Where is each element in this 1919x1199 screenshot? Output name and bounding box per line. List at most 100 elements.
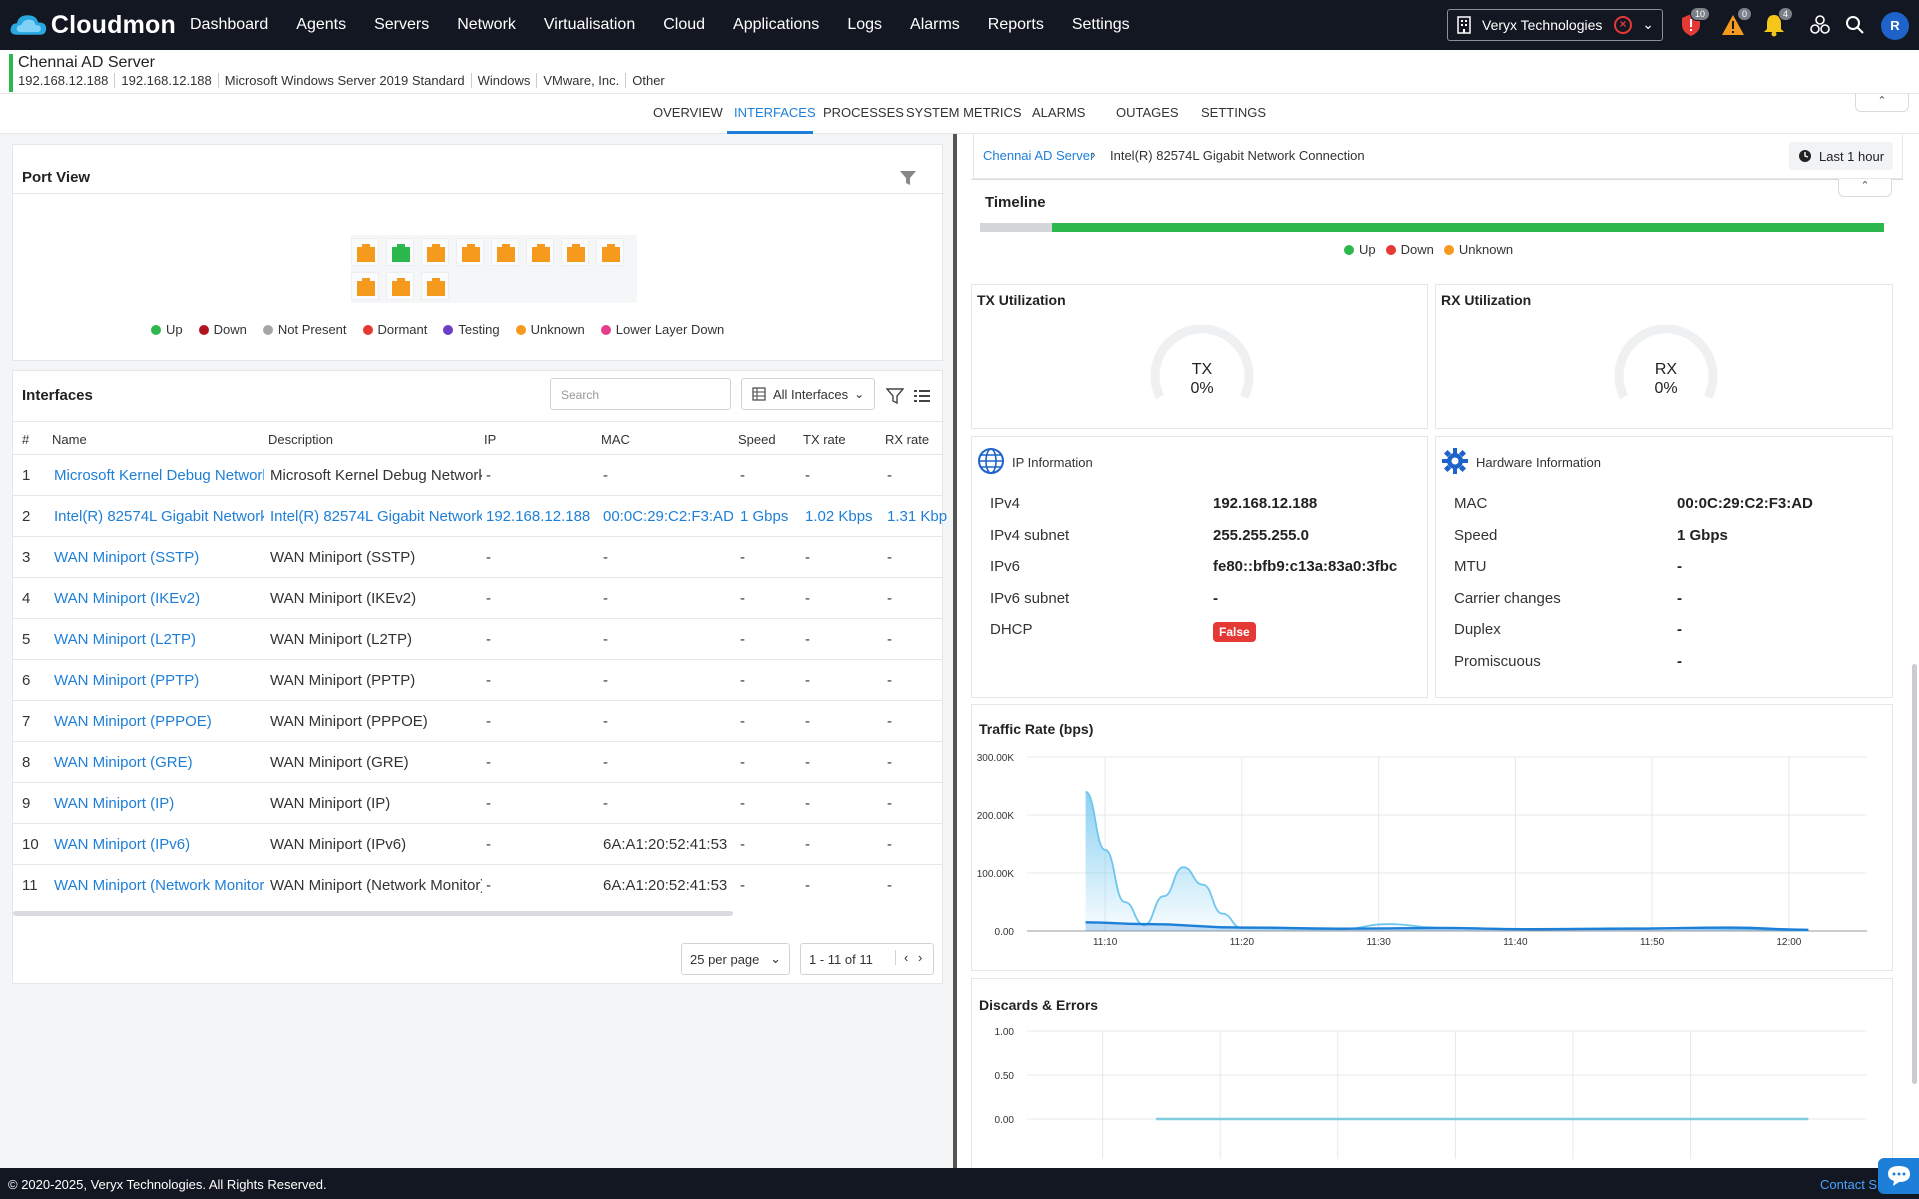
cell-speed: -	[740, 836, 745, 853]
port-3[interactable]	[421, 238, 449, 266]
nav-settings[interactable]: Settings	[1072, 16, 1130, 34]
chevron-down-icon[interactable]: ⌄	[1642, 16, 1654, 33]
port-2[interactable]	[386, 238, 414, 266]
table-row[interactable]: 8 WAN Miniport (GRE) WAN Miniport (GRE) - - -…	[12, 741, 942, 782]
collapse-header-button[interactable]: ⌃	[1855, 94, 1909, 112]
user-avatar[interactable]: R	[1881, 12, 1909, 40]
tab-settings[interactable]: SETTINGS	[1201, 105, 1266, 120]
tab-overview[interactable]: OVERVIEW	[653, 105, 723, 120]
per-page-select[interactable]: 25 per page ⌄	[681, 943, 790, 975]
clear-organization-icon[interactable]: ×	[1614, 16, 1632, 34]
chevron-down-icon: ⌄	[854, 387, 865, 401]
port-4[interactable]	[456, 238, 484, 266]
interface-search-input[interactable]: Search	[550, 378, 731, 410]
column-header-name[interactable]: Name	[52, 432, 87, 447]
integrations-button[interactable]	[1805, 10, 1835, 40]
filter-icon[interactable]	[899, 169, 917, 187]
tab-processes[interactable]: PROCESSES	[823, 105, 904, 120]
cell-name[interactable]: WAN Miniport (GRE)	[54, 754, 264, 771]
nav-virtualisation[interactable]: Virtualisation	[544, 16, 635, 34]
breadcrumb-root[interactable]: Chennai AD Server	[983, 148, 1094, 163]
cell-mac: -	[603, 713, 608, 730]
next-page-button[interactable]: ›	[918, 950, 922, 965]
tab-system-metrics[interactable]: SYSTEM METRICS	[906, 105, 1022, 120]
filter-icon[interactable]	[886, 387, 904, 405]
table-row[interactable]: 9 WAN Miniport (IP) WAN Miniport (IP) - - - - -	[12, 782, 942, 823]
table-row[interactable]: 10 WAN Miniport (IPv6) WAN Miniport (IPv6)…	[12, 823, 942, 864]
cell-name[interactable]: WAN Miniport (PPPOE)	[54, 713, 264, 730]
cell-speed: -	[740, 713, 745, 730]
table-row[interactable]: 3 WAN Miniport (SSTP) WAN Miniport (SSTP) -…	[12, 536, 942, 577]
security-alerts-button[interactable]: 10	[1676, 7, 1710, 40]
time-range-button[interactable]: Last 1 hour	[1789, 142, 1893, 170]
port-9[interactable]	[351, 272, 379, 300]
cell-speed: -	[740, 631, 745, 648]
table-row[interactable]: 7 WAN Miniport (PPPOE) WAN Miniport (PPPOE…	[12, 700, 942, 741]
table-row[interactable]: 1 Microsoft Kernel Debug Network Adapter M…	[12, 454, 942, 495]
y-tick-label: 100.00K	[977, 869, 1015, 880]
cell-name[interactable]: WAN Miniport (SSTP)	[54, 549, 264, 566]
column-header-tx-rate[interactable]: TX rate	[803, 432, 846, 447]
nav-alarms[interactable]: Alarms	[910, 16, 960, 34]
table-row[interactable]: 5 WAN Miniport (L2TP) WAN Miniport (L2TP) -…	[12, 618, 942, 659]
ethernet-port-icon	[567, 244, 585, 262]
tab-outages[interactable]: OUTAGES	[1116, 105, 1179, 120]
port-10[interactable]	[386, 272, 414, 300]
column-header-ip[interactable]: IP	[484, 432, 496, 447]
cell-name[interactable]: WAN Miniport (PPTP)	[54, 672, 264, 689]
table-row[interactable]: 6 WAN Miniport (PPTP) WAN Miniport (PPTP) -…	[12, 659, 942, 700]
cell-name[interactable]: WAN Miniport (Network Monitor)	[54, 877, 264, 894]
nav-agents[interactable]: Agents	[296, 16, 346, 34]
column-header-speed[interactable]: Speed	[738, 432, 776, 447]
nav-dashboard[interactable]: Dashboard	[190, 16, 268, 34]
table-row[interactable]: 11 WAN Miniport (Network Monitor) WAN Mini…	[12, 864, 942, 905]
tab-interfaces[interactable]: INTERFACES	[734, 105, 816, 120]
cell-description: WAN Miniport (Network Monitor)	[270, 877, 482, 894]
nav-applications[interactable]: Applications	[733, 16, 819, 34]
cell-name[interactable]: WAN Miniport (IPv6)	[54, 836, 264, 853]
column-header-description[interactable]: Description	[268, 432, 333, 447]
detail-scrollbar[interactable]	[1912, 664, 1917, 1084]
horizontal-scrollbar[interactable]	[13, 911, 733, 916]
column-header-index[interactable]: #	[22, 432, 29, 447]
legend-dot	[198, 324, 209, 335]
column-header-mac[interactable]: MAC	[601, 432, 630, 447]
cell-name[interactable]: WAN Miniport (IP)	[54, 795, 264, 812]
column-settings-icon[interactable]	[913, 387, 931, 405]
cell-index: 10	[22, 836, 39, 853]
notifications-button[interactable]: 4	[1759, 7, 1793, 40]
port-7[interactable]	[561, 238, 589, 266]
tx-utilization-title: TX Utilization	[977, 292, 1066, 308]
gear-icon	[1442, 448, 1468, 474]
nav-cloud[interactable]: Cloud	[663, 16, 705, 34]
port-11[interactable]	[421, 272, 449, 300]
nav-logs[interactable]: Logs	[847, 16, 882, 34]
cell-name[interactable]: WAN Miniport (L2TP)	[54, 631, 264, 648]
port-5[interactable]	[491, 238, 519, 266]
interface-filter-select[interactable]: All Interfaces ⌄	[741, 378, 875, 410]
warning-alerts-button[interactable]: 0	[1718, 7, 1752, 40]
breadcrumb-item: Intel(R) 82574L Gigabit Network Connecti…	[1110, 148, 1365, 163]
cell-name[interactable]: Intel(R) 82574L Gigabit Network Connecti…	[54, 508, 264, 525]
port-8[interactable]	[596, 238, 624, 266]
legend-label: Down	[213, 322, 247, 337]
cell-description: WAN Miniport (GRE)	[270, 754, 409, 771]
port-1[interactable]	[351, 238, 379, 266]
nav-network[interactable]: Network	[457, 16, 516, 34]
port-6[interactable]	[526, 238, 554, 266]
table-row[interactable]: 2 Intel(R) 82574L Gigabit Network Connect…	[12, 495, 947, 536]
cell-name[interactable]: Microsoft Kernel Debug Network Adapter	[54, 467, 264, 484]
column-header-rx-rate[interactable]: RX rate	[885, 432, 929, 447]
search-button[interactable]	[1840, 10, 1870, 40]
nav-reports[interactable]: Reports	[988, 16, 1044, 34]
ethernet-port-icon	[532, 244, 550, 262]
nav-servers[interactable]: Servers	[374, 16, 429, 34]
organization-select[interactable]: Veryx Technologies × ⌄	[1447, 9, 1663, 41]
collapse-timeline-button[interactable]: ⌃	[1838, 179, 1892, 197]
chat-button[interactable]	[1878, 1158, 1919, 1194]
prev-page-button[interactable]: ‹	[895, 950, 908, 965]
cloudmon-logo[interactable]: Cloudmon	[8, 9, 176, 41]
table-row[interactable]: 4 WAN Miniport (IKEv2) WAN Miniport (IKEv2…	[12, 577, 942, 618]
tab-alarms[interactable]: ALARMS	[1032, 105, 1085, 120]
cell-name[interactable]: WAN Miniport (IKEv2)	[54, 590, 264, 607]
